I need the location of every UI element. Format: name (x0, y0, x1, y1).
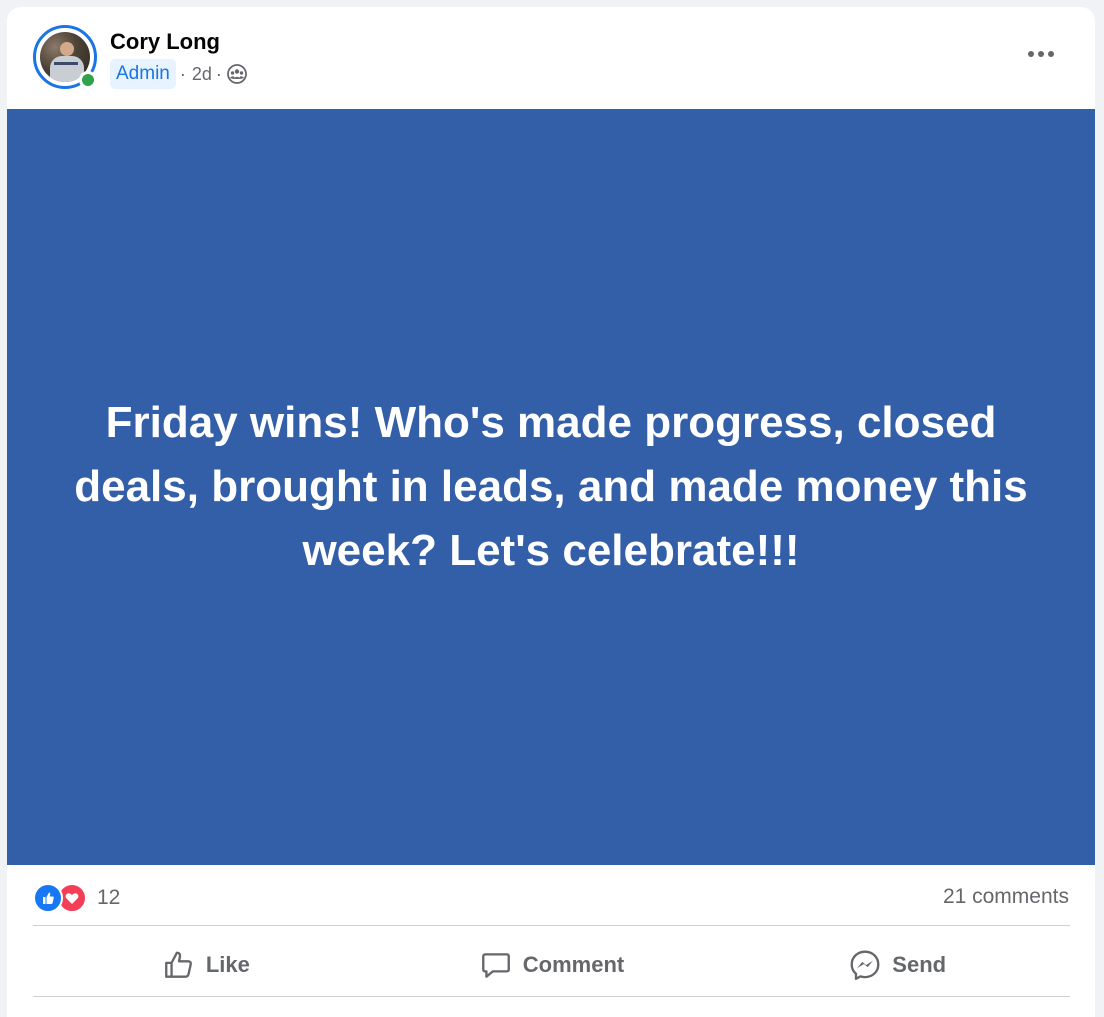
post-timestamp[interactable]: 2d (192, 64, 212, 85)
send-button[interactable]: Send (724, 933, 1070, 997)
comment-icon (481, 953, 510, 978)
admin-badge: Admin (110, 59, 176, 89)
more-options-button[interactable] (1021, 37, 1061, 71)
post-meta: Admin · 2d · (110, 59, 247, 89)
like-outline-icon (164, 951, 192, 978)
comment-label: Comment (522, 952, 625, 977)
post-text: Friday wins! Who's made progress, closed… (74, 398, 1028, 575)
post-header: Cory Long Admin · 2d · (7, 7, 1095, 109)
reactions-summary[interactable]: 12 (33, 883, 120, 913)
meta-separator: · (179, 63, 186, 84)
group-icon[interactable] (226, 64, 247, 84)
post-stats: 12 21 comments (33, 879, 1069, 917)
meta-separator: · (215, 63, 222, 84)
post-actions: Like Comment Send (33, 933, 1070, 997)
post-background[interactable]: Friday wins! Who's made progress, closed… (7, 109, 1095, 865)
online-status-indicator (79, 71, 97, 89)
reaction-count: 12 (97, 886, 121, 909)
more-dot-icon (1048, 51, 1054, 57)
author-name[interactable]: Cory Long (110, 29, 220, 55)
comments-count[interactable]: 21 comments (943, 885, 1069, 909)
comment-button[interactable]: Comment (379, 933, 725, 997)
more-dot-icon (1038, 51, 1044, 57)
like-button[interactable]: Like (33, 933, 379, 997)
more-dot-icon (1028, 51, 1034, 57)
like-icon (33, 883, 63, 913)
send-label: Send (892, 952, 947, 977)
like-label: Like (205, 952, 250, 977)
post-card: Cory Long Admin · 2d · Friday wins! Who'… (7, 7, 1095, 1017)
divider (33, 996, 1070, 997)
author-avatar[interactable] (33, 25, 97, 89)
divider (33, 925, 1070, 926)
messenger-icon (850, 950, 880, 980)
